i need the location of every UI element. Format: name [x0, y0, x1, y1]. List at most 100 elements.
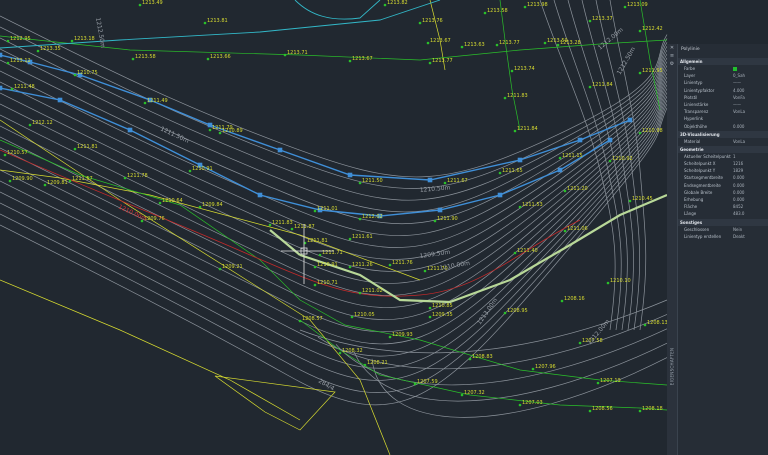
- property-value[interactable]: 1: [733, 153, 768, 160]
- point-elevation-label: 1211.49: [147, 98, 168, 104]
- survey-point-marker: [518, 403, 522, 407]
- property-value[interactable]: 0.000: [733, 196, 768, 203]
- survey-point-marker: [318, 253, 322, 257]
- point-elevation-label: 1209.35: [432, 312, 453, 318]
- property-value[interactable]: VonFa: [733, 94, 768, 101]
- point-elevation-label: 1213.58: [487, 8, 508, 14]
- survey-point-marker: [433, 219, 437, 223]
- section-3[interactable]: Sonstiges: [678, 218, 768, 226]
- property-label: Geschlossen: [684, 226, 710, 232]
- property-row[interactable]: Objekthöhe 0.000: [678, 123, 768, 130]
- property-row[interactable]: Material VonLa: [678, 138, 768, 145]
- survey-point-marker: [203, 21, 207, 25]
- survey-point-marker: [413, 382, 417, 386]
- property-label: Scheitelpunkt Y: [684, 168, 716, 174]
- point-elevation-label: 1211.61: [352, 234, 373, 240]
- property-row[interactable]: Layer 0_Sah: [678, 72, 768, 79]
- property-row[interactable]: Endsegmentbreite 0.000: [678, 182, 768, 189]
- point-elevation-label: 1208.21: [367, 360, 388, 366]
- section-1[interactable]: 3D-Visualisierung: [678, 130, 768, 138]
- property-row[interactable]: Globale Breite 0.000: [678, 189, 768, 196]
- property-value[interactable]: 1829: [733, 167, 768, 174]
- property-row[interactable]: Geschlossen Nein: [678, 226, 768, 233]
- property-row[interactable]: Linientyp erstellen Deakt: [678, 233, 768, 240]
- property-label: Endsegmentbreite: [684, 182, 721, 188]
- property-value[interactable]: 8452: [733, 203, 768, 210]
- point-elevation-label: 1213.76: [422, 18, 443, 24]
- property-row[interactable]: Erhebung 0.000: [678, 196, 768, 203]
- section-2[interactable]: Geometrie: [678, 145, 768, 153]
- green-line: [299, 319, 668, 411]
- property-row[interactable]: Hyperlink: [678, 115, 768, 122]
- property-value[interactable]: 483.0: [733, 210, 768, 217]
- palette-side-title: EIGENSCHAFTEN: [669, 347, 675, 386]
- point-elevation-label: 1211.65: [502, 168, 523, 174]
- property-value[interactable]: 0.000: [733, 189, 768, 196]
- property-value[interactable]: ——: [733, 79, 768, 86]
- survey-point-marker: [503, 96, 507, 100]
- property-row[interactable]: Aktueller Scheitelpunkt 1: [678, 153, 768, 160]
- point-elevation-label: 1210.05: [354, 312, 375, 318]
- panel-object-type[interactable]: Polylinie: [681, 47, 700, 52]
- point-elevation-label: 1210.91: [192, 166, 213, 172]
- survey-point-marker: [363, 363, 367, 367]
- settings-icon[interactable]: ⚙: [669, 62, 675, 67]
- property-value[interactable]: 0.000: [733, 174, 768, 181]
- survey-point-marker: [588, 19, 592, 23]
- property-value[interactable]: 0_Sah: [733, 72, 768, 79]
- property-row[interactable]: Farbe: [678, 65, 768, 72]
- drawing-canvas[interactable]: 1213.49 1213.81 1213.82 1213.76 1213.58 1213.…: [0, 0, 768, 455]
- contour-line: [0, 99, 668, 381]
- point-elevation-label: 1213.63: [464, 42, 485, 48]
- survey-point-marker: [588, 85, 592, 89]
- property-row[interactable]: Scheitelpunkt X 1216: [678, 160, 768, 167]
- polyline-vertex: [437, 207, 443, 213]
- point-elevation-label: 1208.18: [642, 406, 663, 412]
- close-icon[interactable]: ✕: [669, 46, 675, 51]
- property-row[interactable]: Fläche 8452: [678, 203, 768, 210]
- color-swatch: [733, 67, 737, 71]
- property-row[interactable]: Transparenz VonLa: [678, 108, 768, 115]
- polyline-vertex: [347, 172, 353, 178]
- property-value[interactable]: 0.000: [733, 182, 768, 189]
- point-elevation-label: 1213.18: [74, 36, 95, 42]
- survey-point-marker: [10, 87, 14, 91]
- point-elevation-label: 1208.16: [564, 296, 585, 302]
- property-value[interactable]: VonLa: [733, 138, 768, 145]
- property-row[interactable]: Plotstil VonFa: [678, 94, 768, 101]
- property-label: Linientypfaktor: [684, 87, 715, 93]
- survey-point-marker: [283, 53, 287, 57]
- property-row[interactable]: Startsegmentbreite 0.000: [678, 174, 768, 181]
- property-value[interactable]: 0.000: [733, 123, 768, 130]
- property-row[interactable]: Länge 483.0: [678, 210, 768, 217]
- property-label: Hyperlink: [684, 116, 704, 122]
- cyan-boundary: [0, 0, 441, 49]
- property-value[interactable]: [733, 65, 768, 72]
- survey-point-marker: [606, 281, 610, 285]
- auto-hide-icon[interactable]: ≡: [669, 54, 675, 59]
- property-label: Material: [684, 138, 701, 144]
- cad-application: 1213.49 1213.81 1213.82 1213.76 1213.58 1213.…: [0, 0, 768, 455]
- property-row[interactable]: Linientyp ——: [678, 79, 768, 86]
- contour-elevation-label: 1211.50m: [159, 125, 190, 144]
- point-elevation-label: 1213.82: [387, 0, 408, 6]
- survey-point-marker: [6, 39, 10, 43]
- survey-point-marker: [268, 223, 272, 227]
- property-row[interactable]: Linienstärke ——: [678, 101, 768, 108]
- property-row[interactable]: Linientypfaktor 4.000: [678, 87, 768, 94]
- property-value[interactable]: VonLa: [733, 108, 768, 115]
- section-0[interactable]: Allgemein: [678, 58, 768, 65]
- property-label: Linientyp: [684, 80, 703, 86]
- contour-elevation-label: 1212.00m: [597, 26, 625, 51]
- property-value[interactable]: 4.000: [733, 87, 768, 94]
- point-elevation-label: 1213.49: [142, 0, 163, 6]
- point-elevation-label: 1210.45: [632, 196, 653, 202]
- property-value[interactable]: ——: [733, 101, 768, 108]
- survey-point-marker: [8, 179, 12, 183]
- property-row[interactable]: Scheitelpunkt Y 1829: [678, 167, 768, 174]
- property-value[interactable]: 1216: [733, 160, 768, 167]
- property-label: Linienstärke: [684, 101, 709, 107]
- property-value[interactable]: Nein: [733, 226, 768, 233]
- point-elevation-label: 1210.89: [222, 128, 243, 134]
- property-value[interactable]: Deakt: [733, 233, 768, 240]
